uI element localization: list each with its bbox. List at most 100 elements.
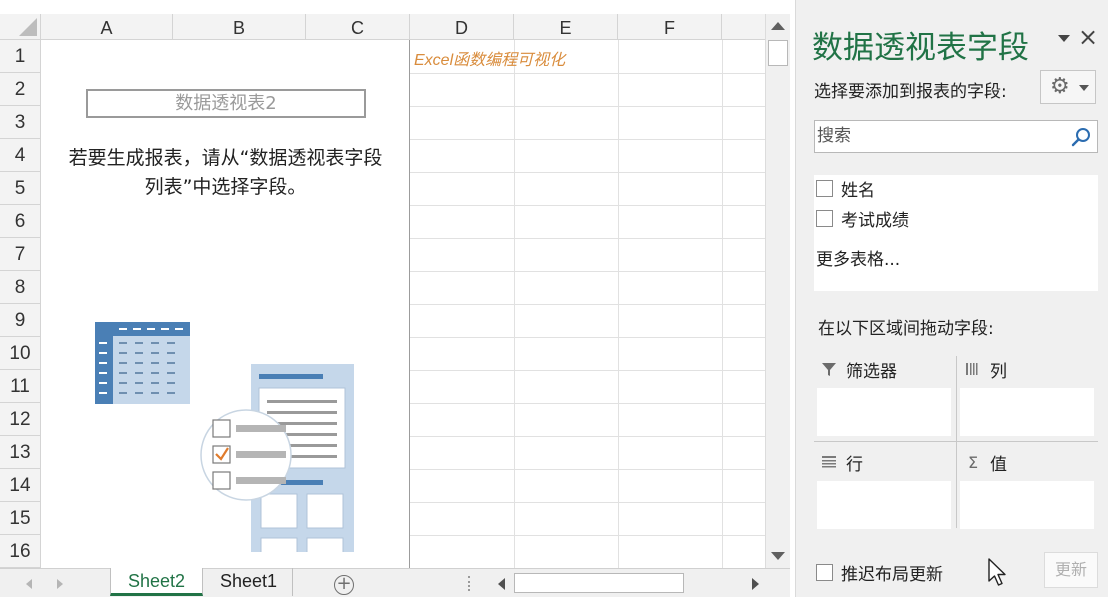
filters-drop-area[interactable] <box>817 388 951 436</box>
row-header-9[interactable]: 9 <box>0 304 41 337</box>
horizontal-scroll-thumb[interactable] <box>514 573 684 593</box>
field-label: 姓名 <box>841 180 875 201</box>
row-header-14[interactable]: 14 <box>0 469 41 502</box>
row-header-1[interactable]: 1 <box>0 40 41 73</box>
gridline <box>514 40 515 568</box>
vertical-scrollbar[interactable] <box>765 14 790 568</box>
field-checkbox[interactable] <box>816 209 833 227</box>
add-sheet-icon[interactable]: + <box>334 575 354 595</box>
scroll-down-icon[interactable] <box>771 552 785 560</box>
spreadsheet: A B C D E F 1 2 3 4 5 6 7 8 9 10 11 12 1… <box>0 0 790 597</box>
zone-divider <box>956 356 957 528</box>
mouse-pointer-icon <box>988 558 1006 586</box>
values-zone-label: 值 <box>990 454 1007 475</box>
pivot-instruction-line1: 若要生成报表，请从“数据透视表字段 <box>68 147 383 169</box>
gridline <box>410 238 765 239</box>
cell-d1-text[interactable]: Excel函数编程可视化 <box>414 46 565 70</box>
gridline <box>410 304 765 305</box>
gridline <box>410 337 765 338</box>
scroll-left-icon[interactable] <box>498 578 505 590</box>
columns-zone-header: 列 <box>964 357 1007 382</box>
gridline <box>410 436 765 437</box>
field-search-box[interactable] <box>814 120 1098 153</box>
sheet-prev-icon[interactable] <box>26 579 32 589</box>
field-search-input[interactable] <box>817 123 1067 149</box>
gridline <box>410 139 765 140</box>
gridline <box>410 403 765 404</box>
row-header-3[interactable]: 3 <box>0 106 41 139</box>
values-zone-header: Σ 值 <box>964 450 1007 475</box>
defer-layout-update-option[interactable]: 推迟布局更新 <box>816 560 943 585</box>
row-header-5[interactable]: 5 <box>0 172 41 205</box>
row-header-12[interactable]: 12 <box>0 403 41 436</box>
chevron-down-icon <box>1079 85 1089 91</box>
row-header-6[interactable]: 6 <box>0 205 41 238</box>
select-all-corner[interactable] <box>0 14 41 40</box>
gridline <box>410 502 765 503</box>
search-icon[interactable] <box>1071 127 1091 147</box>
scroll-up-icon[interactable] <box>771 22 785 30</box>
row-header-2[interactable]: 2 <box>0 73 41 106</box>
field-checkbox[interactable] <box>816 179 833 197</box>
field-settings-button[interactable]: ⚙ <box>1040 70 1096 104</box>
column-header-a[interactable]: A <box>41 14 173 40</box>
gridline <box>618 40 619 568</box>
more-tables-link[interactable]: 更多表格... <box>816 245 900 270</box>
row-header-16[interactable]: 16 <box>0 535 41 568</box>
zone-divider <box>814 441 1098 442</box>
tab-split-handle[interactable] <box>468 576 472 591</box>
row-header-10[interactable]: 10 <box>0 337 41 370</box>
sheet-next-icon[interactable] <box>57 579 63 589</box>
drag-fields-label: 在以下区域间拖动字段: <box>818 319 994 339</box>
column-header-b[interactable]: B <box>173 14 306 40</box>
filter-icon <box>822 363 836 376</box>
gridline <box>410 271 765 272</box>
rows-icon <box>822 456 836 468</box>
update-button[interactable]: 更新 <box>1044 552 1098 588</box>
row-header-8[interactable]: 8 <box>0 271 41 304</box>
filters-zone-header: 筛选器 <box>820 357 897 382</box>
sheet-tab-bar: Sheet2 Sheet1 + <box>0 568 790 597</box>
columns-drop-area[interactable] <box>960 388 1094 436</box>
row-header-11[interactable]: 11 <box>0 370 41 403</box>
column-header-d[interactable]: D <box>410 14 514 40</box>
column-header-e[interactable]: E <box>514 14 618 40</box>
row-header-7[interactable]: 7 <box>0 238 41 271</box>
pivot-table-instruction: 若要生成报表，请从“数据透视表字段 列表”中选择字段。 <box>41 144 410 202</box>
gear-icon: ⚙ <box>1050 74 1070 99</box>
sheet-tab-sheet2[interactable]: Sheet2 <box>110 568 203 596</box>
gridline <box>410 73 765 74</box>
scroll-right-icon[interactable] <box>752 578 759 590</box>
vertical-scroll-thumb[interactable] <box>768 40 788 66</box>
column-header-f[interactable]: F <box>618 14 722 40</box>
row-header-4[interactable]: 4 <box>0 139 41 172</box>
sigma-icon: Σ <box>967 452 979 472</box>
pivot-table-placeholder[interactable]: 数据透视表2 若要生成报表，请从“数据透视表字段 列表”中选择字段。 <box>41 40 410 568</box>
gridline <box>410 106 765 107</box>
defer-update-checkbox[interactable] <box>816 564 833 581</box>
horizontal-scrollbar[interactable] <box>490 572 765 594</box>
field-item-name[interactable]: 姓名 <box>816 176 875 201</box>
pivot-fields-pane: 数据透视表字段 × 选择要添加到报表的字段: ⚙ 姓名 考试成绩 更多表格...… <box>795 0 1108 597</box>
pane-options-dropdown-icon[interactable] <box>1058 35 1070 42</box>
gridline <box>410 469 765 470</box>
rows-zone-label: 行 <box>846 454 863 475</box>
close-icon[interactable]: × <box>1078 24 1098 50</box>
sheet-tab-sheet1[interactable]: Sheet1 <box>205 568 293 596</box>
values-drop-area[interactable] <box>960 481 1094 529</box>
columns-icon <box>966 363 978 375</box>
rows-drop-area[interactable] <box>817 481 951 529</box>
field-item-score[interactable]: 考试成绩 <box>816 206 909 231</box>
pivot-instruction-line2: 列表”中选择字段。 <box>144 176 307 198</box>
defer-update-label: 推迟布局更新 <box>841 565 943 585</box>
row-header-15[interactable]: 15 <box>0 502 41 535</box>
row-header-13[interactable]: 13 <box>0 436 41 469</box>
pivot-illustration-icon <box>95 322 354 552</box>
rows-zone-header: 行 <box>820 450 863 475</box>
column-header-c[interactable]: C <box>306 14 410 40</box>
gridline <box>722 40 723 568</box>
gridline <box>410 535 765 536</box>
pivot-table-title: 数据透视表2 <box>86 89 366 118</box>
columns-zone-label: 列 <box>990 361 1007 382</box>
gridline <box>410 172 765 173</box>
